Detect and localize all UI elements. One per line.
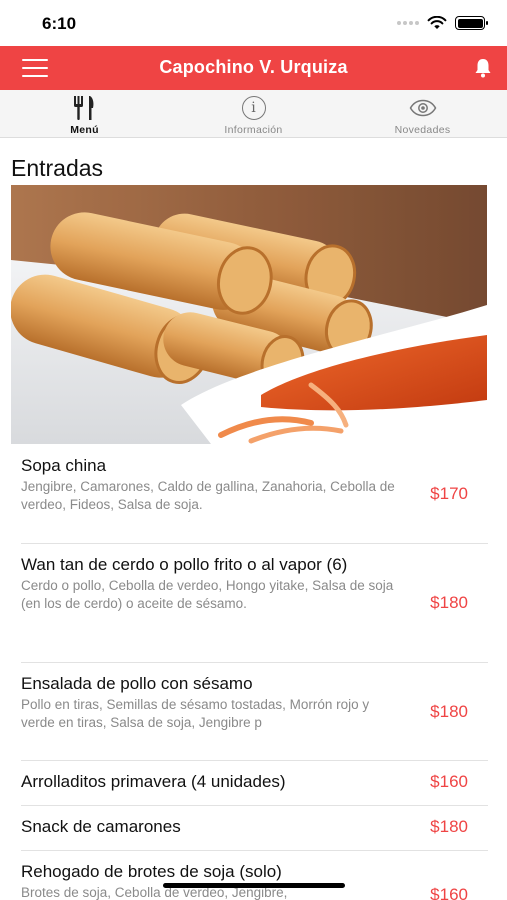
- item-price: $180: [430, 817, 468, 836]
- menu-item[interactable]: Ensalada de pollo con sésamo Pollo en ti…: [21, 663, 488, 761]
- item-price: $160: [430, 885, 468, 900]
- item-name: Snack de camarones: [21, 817, 181, 836]
- page-title: Capochino V. Urquiza: [159, 57, 348, 77]
- tab-informacion[interactable]: i Información: [169, 90, 338, 137]
- menu-item[interactable]: Wan tan de cerdo o pollo frito o al vapo…: [21, 544, 488, 663]
- info-icon: i: [241, 96, 266, 120]
- tab-menu[interactable]: Menú: [0, 90, 169, 137]
- menu-item[interactable]: Rehogado de brotes de soja (solo) Brotes…: [21, 851, 488, 900]
- bell-icon[interactable]: [473, 57, 493, 79]
- status-time: 6:10: [42, 14, 77, 33]
- item-name: Ensalada de pollo con sésamo: [21, 674, 253, 693]
- item-name: Arrolladitos primavera (4 unidades): [21, 772, 286, 791]
- cellular-signal-icon: [397, 21, 419, 25]
- item-name: Wan tan de cerdo o pollo frito o al vapo…: [21, 555, 348, 574]
- item-price: $180: [430, 593, 468, 612]
- menu-item[interactable]: Sopa china Jengibre, Camarones, Caldo de…: [21, 444, 488, 544]
- eye-icon: [409, 99, 436, 117]
- wifi-icon: [427, 16, 447, 29]
- home-indicator[interactable]: [163, 883, 345, 888]
- menu-item[interactable]: Arrolladitos primavera (4 unidades) $160: [21, 761, 488, 806]
- menu-item[interactable]: Snack de camarones $180: [21, 806, 488, 851]
- item-price: $180: [430, 702, 468, 721]
- status-bar: 6:10: [0, 0, 507, 46]
- cutlery-icon: [73, 96, 93, 120]
- section-title: Entradas: [11, 155, 104, 181]
- tab-label: Menú: [70, 124, 99, 136]
- status-icons: [397, 16, 488, 30]
- tab-label: Información: [224, 124, 283, 136]
- item-description: Pollo en tiras, Semillas de sésamo tosta…: [21, 697, 370, 730]
- battery-icon: [455, 16, 488, 30]
- item-name: Sopa china: [21, 456, 107, 475]
- item-price: $160: [430, 772, 468, 791]
- item-name: Rehogado de brotes de soja (solo): [21, 862, 282, 881]
- item-description: Jengibre, Camarones, Caldo de gallina, Z…: [21, 479, 395, 512]
- item-description: Cerdo o pollo, Cebolla de verdeo, Hongo …: [21, 578, 394, 611]
- item-price: $170: [430, 484, 468, 503]
- section-image: [11, 185, 487, 444]
- app-header: Capochino V. Urquiza: [0, 46, 507, 90]
- menu-list: Sopa china Jengibre, Camarones, Caldo de…: [21, 444, 488, 900]
- tab-bar: Menú i Información Novedades: [0, 90, 507, 138]
- tab-novedades[interactable]: Novedades: [338, 90, 507, 137]
- tab-label: Novedades: [394, 124, 451, 136]
